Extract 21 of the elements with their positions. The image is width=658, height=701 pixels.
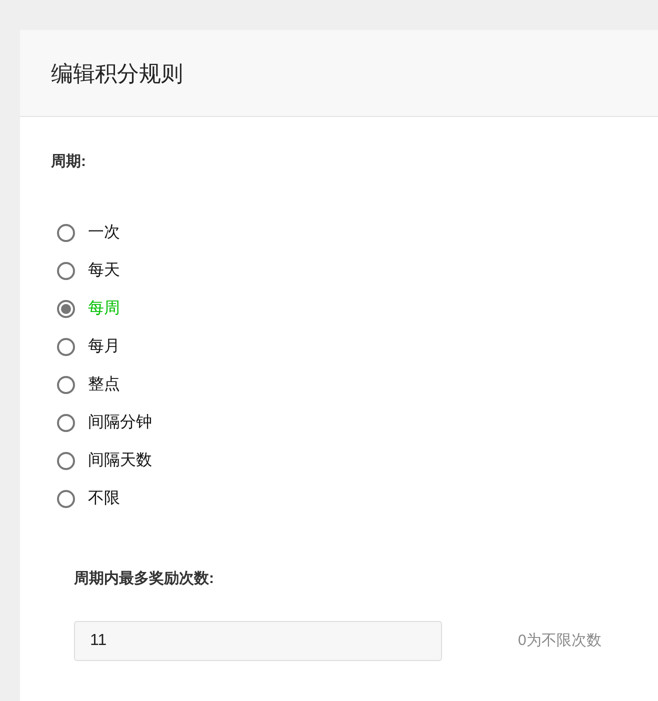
radio-label: 一次 xyxy=(88,223,120,243)
hint-text: 0为不限次数 xyxy=(518,630,602,651)
radio-button[interactable] xyxy=(57,300,75,318)
radio-label: 整点 xyxy=(88,374,120,395)
radio-label: 每月 xyxy=(88,337,120,357)
input-field[interactable]: 11 xyxy=(74,621,442,661)
field-label: 周期: xyxy=(51,152,86,172)
radio-label: 间隔天数 xyxy=(88,451,152,471)
radio-label: 每天 xyxy=(88,261,120,281)
radio-button[interactable] xyxy=(57,338,75,356)
card-title: 编辑积分规则 xyxy=(51,60,183,88)
radio-label: 不限 xyxy=(88,489,120,509)
radio-button[interactable] xyxy=(57,452,75,470)
radio-label: 每周 xyxy=(88,299,120,319)
radio-button[interactable] xyxy=(57,490,75,508)
radio-button[interactable] xyxy=(57,414,75,432)
radio-button[interactable] xyxy=(57,224,75,242)
radio-button[interactable] xyxy=(57,262,75,280)
field-label: 周期内最多奖励次数: xyxy=(74,569,214,589)
radio-button[interactable] xyxy=(57,376,75,394)
radio-label: 间隔分钟 xyxy=(88,413,152,433)
